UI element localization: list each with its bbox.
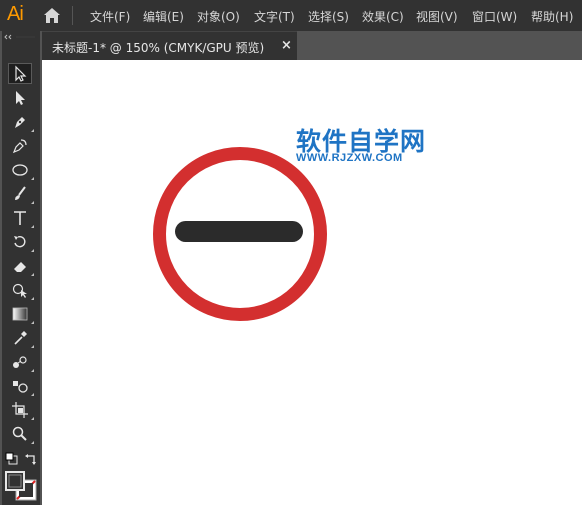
curvature-tool[interactable] [8, 135, 32, 156]
fill-stroke-swatches[interactable] [4, 470, 38, 502]
blend-tool[interactable] [8, 351, 34, 372]
ellipse-tool[interactable] [8, 159, 34, 180]
ellipse-tool-icon [12, 163, 28, 176]
close-icon[interactable]: × [281, 38, 292, 53]
direct-selection-tool[interactable] [8, 87, 32, 108]
eyedropper-tool[interactable] [8, 327, 34, 348]
shape-builder-tool-icon [12, 283, 27, 298]
menu-object[interactable]: 对象(O) [197, 8, 240, 25]
menu-select[interactable]: 选择(S) [308, 8, 349, 25]
sign-bar [175, 221, 303, 242]
symbol-sprayer-tool[interactable] [8, 375, 34, 396]
artboard-tool[interactable] [8, 399, 34, 420]
type-tool-icon [14, 210, 26, 225]
blend-tool-icon [13, 355, 27, 368]
gradient-tool[interactable] [8, 303, 34, 324]
menu-file[interactable]: 文件(F) [90, 8, 130, 25]
menu-bar: Ai 文件(F) 编辑(E) 对象(O) 文字(T) 选择(S) 效果(C) 视… [0, 0, 582, 31]
watermark-url: WWW.RJZXW.COM [296, 152, 403, 164]
gradient-tool-icon [12, 307, 28, 320]
direct-selection-tool-icon [16, 90, 25, 105]
menu-type[interactable]: 文字(T) [254, 8, 295, 25]
type-tool[interactable] [8, 207, 34, 228]
menu-window[interactable]: 窗口(W) [472, 8, 517, 25]
eyedropper-tool-icon [14, 330, 27, 345]
paintbrush-tool[interactable] [8, 183, 34, 204]
pen-tool[interactable] [8, 111, 34, 132]
paintbrush-tool-icon [15, 185, 26, 200]
rotate-tool-icon [14, 235, 26, 247]
artboard-tool-icon [12, 401, 28, 418]
app-logo: Ai [7, 3, 24, 25]
document-tab[interactable]: 未标题-1* @ 150% (CMYK/GPU 预览) × [42, 31, 297, 60]
document-tab-bar: 未标题-1* @ 150% (CMYK/GPU 预览) × [42, 31, 582, 60]
default-colors-icon[interactable] [5, 452, 19, 466]
menu-edit[interactable]: 编辑(E) [143, 8, 184, 25]
pen-tool-icon [15, 116, 25, 128]
menu-effect[interactable]: 效果(C) [362, 8, 404, 25]
zoom-tool-icon [12, 426, 27, 441]
swap-colors-icon[interactable] [24, 452, 38, 466]
rotate-tool[interactable] [8, 231, 34, 252]
symbol-sprayer-tool-icon [13, 380, 28, 393]
selection-tool-icon [15, 65, 27, 82]
document-tab-title: 未标题-1* @ 150% (CMYK/GPU 预览) [52, 41, 265, 55]
zoom-tool[interactable] [8, 423, 34, 444]
menu-separator [72, 6, 73, 25]
artboard-canvas[interactable]: 软件自学网 WWW.RJZXW.COM [42, 60, 582, 505]
home-icon[interactable] [43, 7, 61, 24]
eraser-tool[interactable] [8, 255, 34, 276]
panel-collapse-icon[interactable] [4, 34, 36, 40]
no-entry-sign[interactable] [150, 144, 330, 324]
curvature-tool-icon [12, 138, 27, 153]
shape-builder-tool[interactable] [8, 279, 34, 300]
selection-tool[interactable] [8, 63, 32, 84]
menu-view[interactable]: 视图(V) [416, 8, 458, 25]
menu-help[interactable]: 帮助(H) [531, 8, 573, 25]
eraser-tool-icon [14, 261, 26, 272]
